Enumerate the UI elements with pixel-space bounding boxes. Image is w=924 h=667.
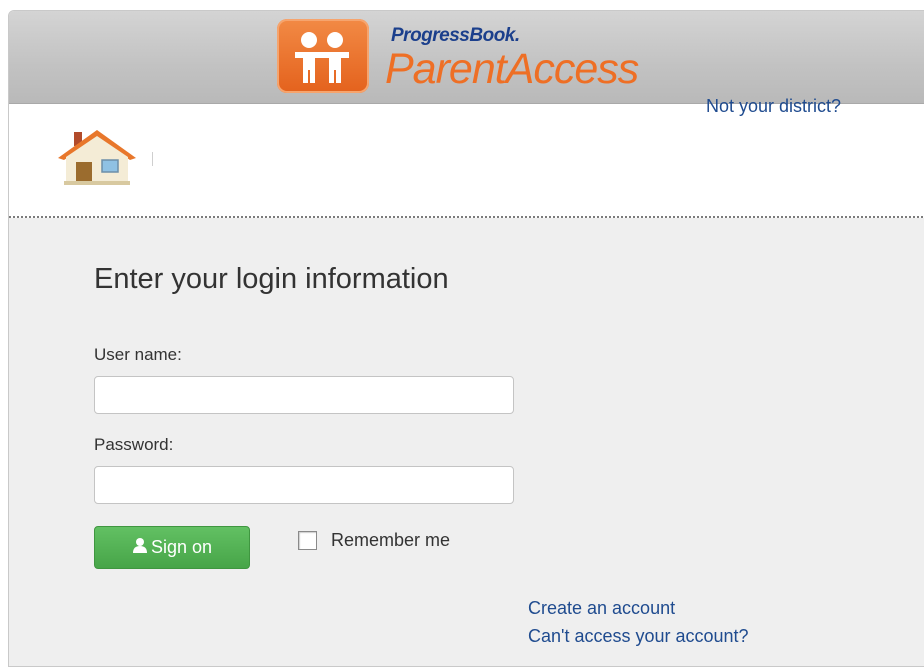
header-banner: ProgressBook. ParentAccess — [9, 11, 924, 104]
remember-me[interactable]: Remember me — [298, 530, 450, 551]
not-your-district-link[interactable]: Not your district? — [706, 96, 841, 117]
login-heading: Enter your login information — [94, 263, 449, 296]
remember-me-checkbox[interactable] — [298, 531, 317, 550]
sign-on-label: Sign on — [150, 537, 213, 557]
remember-me-label: Remember me — [331, 530, 451, 550]
brand-title: ParentAccess — [385, 45, 639, 93]
brand-small-text: ProgressBook. — [391, 25, 520, 46]
sign-on-button[interactable]: Sign on — [94, 526, 250, 569]
header-divider — [152, 152, 153, 166]
district-bar — [9, 104, 924, 218]
cant-access-account-link[interactable]: Can't access your account? — [528, 626, 749, 647]
user-icon — [132, 537, 148, 558]
password-label: Password: — [94, 435, 174, 454]
home-icon[interactable] — [52, 124, 142, 191]
password-input[interactable] — [94, 466, 514, 504]
family-icon — [277, 19, 369, 93]
create-account-link[interactable]: Create an account — [528, 598, 675, 619]
username-label: User name: — [94, 345, 182, 364]
username-input[interactable] — [94, 376, 514, 414]
